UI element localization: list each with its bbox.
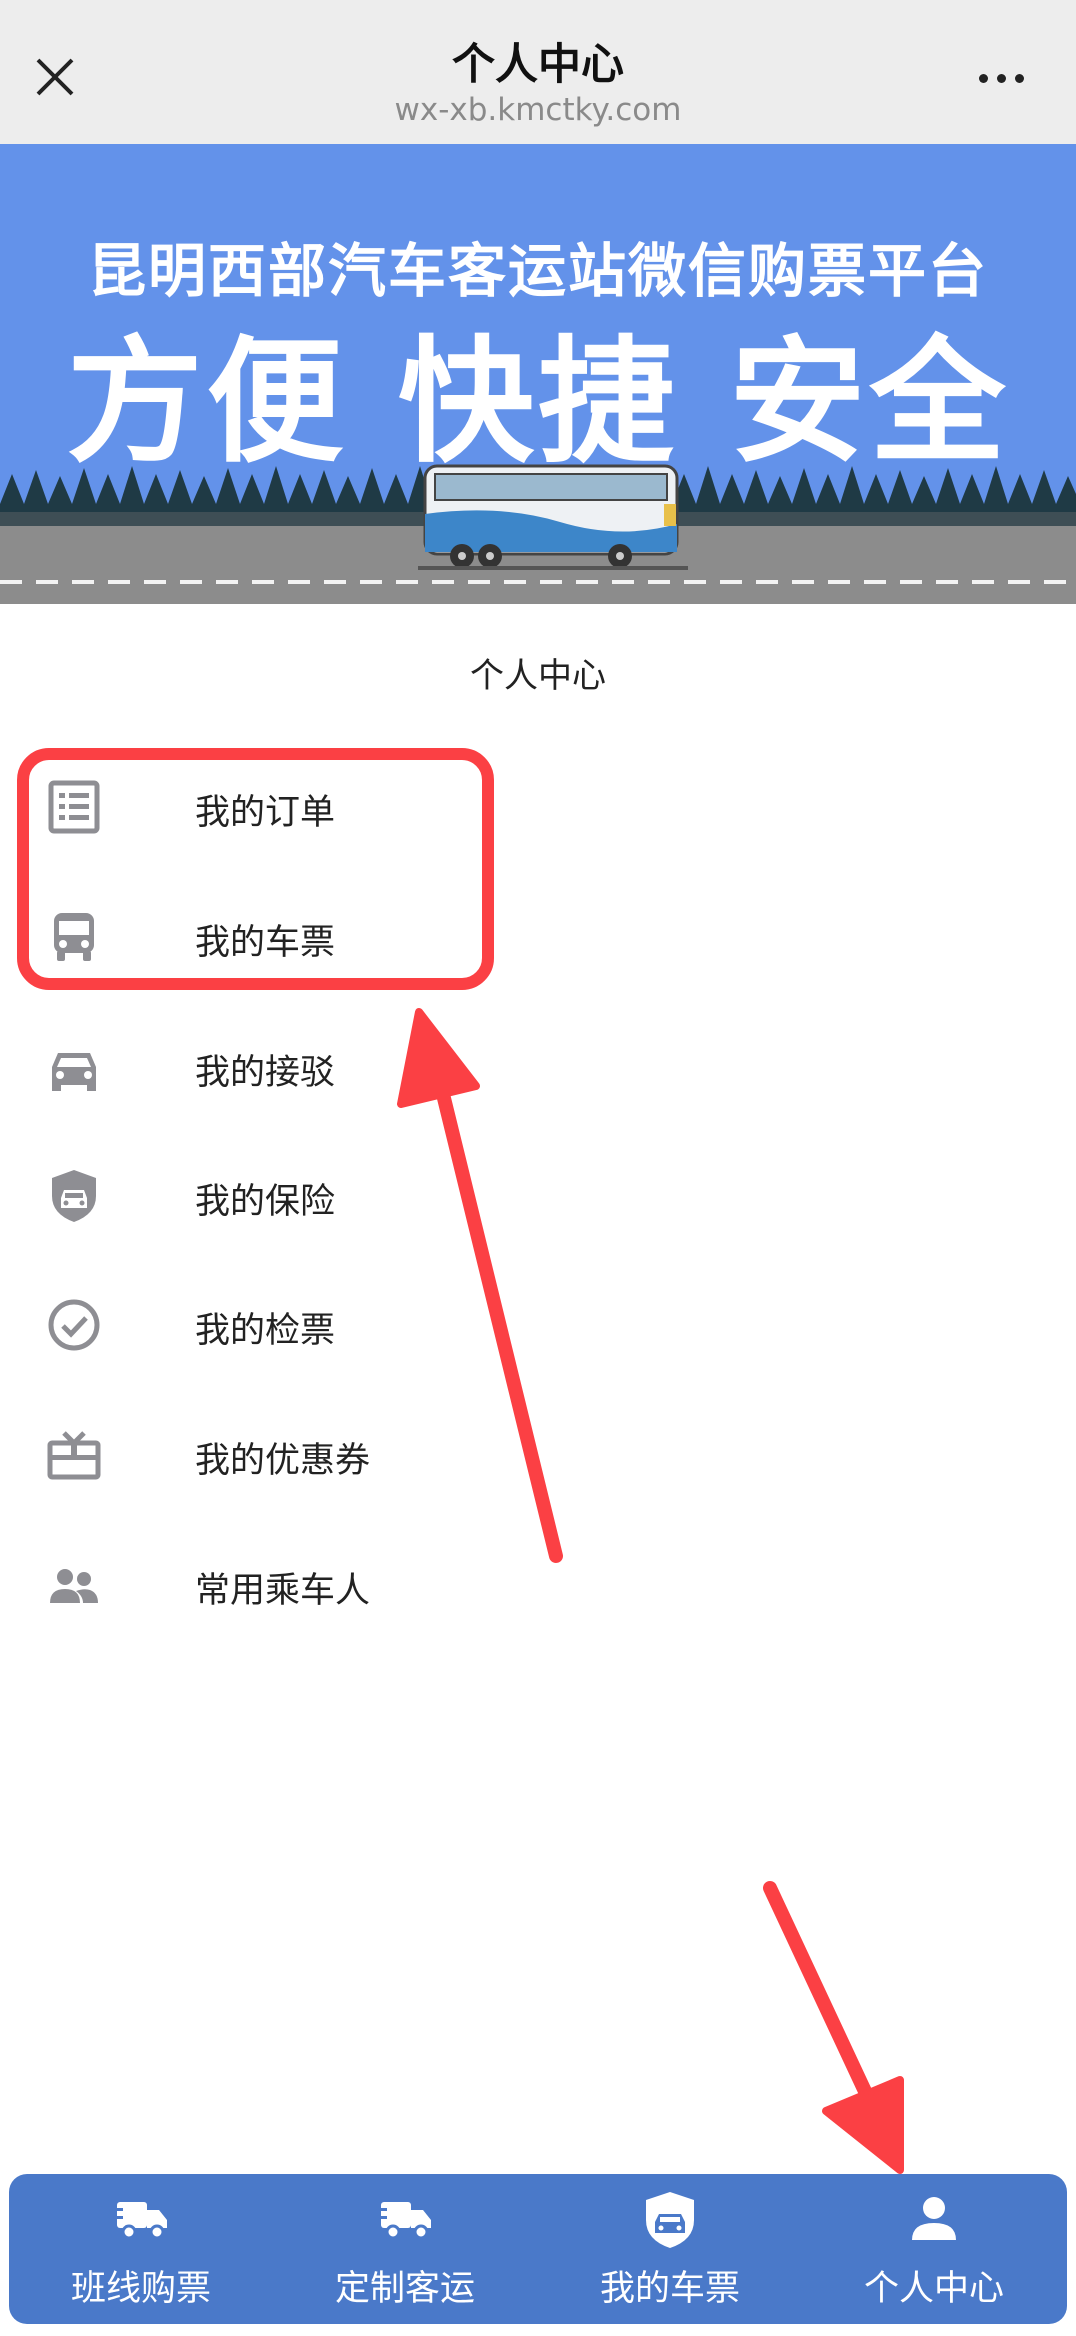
tab-personal-center[interactable]: 个人中心 [802, 2174, 1066, 2324]
tab-label: 我的车票 [599, 2269, 740, 2309]
tab-label: 个人中心 [863, 2269, 1004, 2309]
person-icon [912, 2197, 956, 2240]
bottom-tab-bar: 班线购票 定制客运 我的车票 个人中心 [9, 2174, 1067, 2324]
truck-icon [111, 2202, 167, 2240]
annotation-arrow-up [397, 1008, 563, 1563]
tab-custom-transport[interactable]: 定制客运 [273, 2174, 537, 2324]
tab-route-tickets[interactable]: 班线购票 [9, 2174, 273, 2324]
tab-my-tickets[interactable]: 我的车票 [538, 2174, 802, 2324]
tab-label: 班线购票 [70, 2269, 211, 2309]
tab-label: 定制客运 [334, 2269, 475, 2309]
annotation-arrows [397, 1008, 904, 2174]
shield-car-icon [646, 2192, 694, 2248]
annotation-arrow-down [763, 1881, 904, 2174]
truck-icon [375, 2202, 431, 2240]
